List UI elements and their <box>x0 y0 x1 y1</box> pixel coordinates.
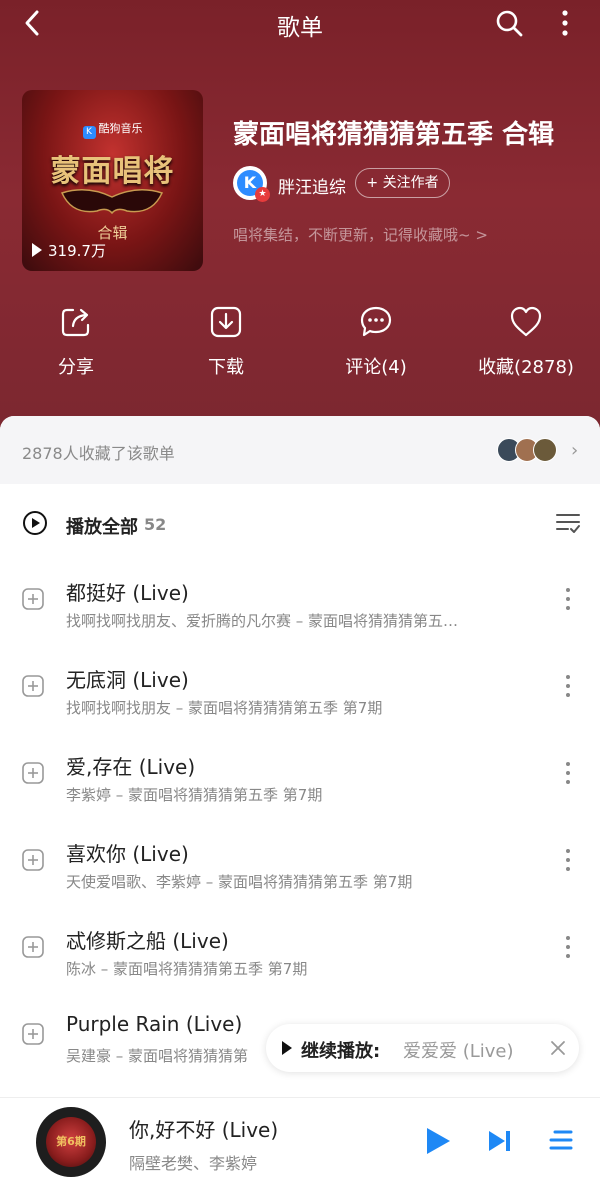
song-more-icon[interactable] <box>558 846 578 874</box>
more-vertical-icon[interactable] <box>552 8 578 38</box>
song-meta: 李紫婷 – 蒙面唱将猜猜猜第五季 第7期 <box>66 786 323 804</box>
comment-button[interactable]: 评论(4) <box>316 305 436 379</box>
close-icon[interactable] <box>549 1039 567 1057</box>
follow-author-button[interactable]: + 关注作者 <box>355 168 450 198</box>
comment-icon <box>360 306 392 337</box>
add-to-playlist-icon[interactable] <box>22 1023 44 1045</box>
favorites-row[interactable]: 2878人收藏了该歌单 › <box>0 416 600 484</box>
playlist-description[interactable]: 唱将集结，不断更新，记得收藏哦~ > <box>233 224 488 245</box>
download-icon <box>210 306 242 338</box>
song-title: 爱,存在 (Live) <box>66 755 196 779</box>
star-badge-icon: ★ <box>255 187 270 202</box>
continue-playing-bar[interactable]: 继续播放: 爱爱爱 (Live) <box>266 1024 579 1072</box>
song-more-icon[interactable] <box>558 672 578 700</box>
download-label: 下载 <box>208 357 244 378</box>
play-triangle-icon <box>32 243 42 257</box>
cover-brand: K 酷狗音乐 <box>22 120 203 139</box>
playlist-queue-icon[interactable] <box>549 1128 573 1154</box>
song-meta: 找啊找啊找朋友 – 蒙面唱将猜猜猜第五季 第7期 <box>66 699 383 717</box>
search-icon[interactable] <box>494 8 524 38</box>
album-art: 第6期 <box>46 1117 96 1167</box>
next-track-icon[interactable] <box>487 1128 513 1154</box>
mini-player: 第6期 你,好不好 (Live) 隔壁老樊、李紫婷 <box>0 1097 600 1189</box>
song-list-sheet: 2878人收藏了该歌单 › 播放全部 52 都挺好 (Live) 找啊找啊找朋友… <box>0 416 600 1116</box>
share-button[interactable]: 分享 <box>16 305 136 379</box>
play-circle-icon[interactable] <box>22 510 48 536</box>
favorite-label: 收藏(2878) <box>478 357 574 378</box>
add-to-playlist-icon[interactable] <box>22 849 44 871</box>
song-row[interactable]: 无底洞 (Live) 找啊找啊找朋友 – 蒙面唱将猜猜猜第五季 第7期 <box>0 652 600 738</box>
now-playing-artist: 隔壁老樊、李紫婷 <box>129 1154 258 1173</box>
song-row[interactable]: 忒修斯之船 (Live) 陈冰 – 蒙面唱将猜猜猜第五季 第7期 <box>0 913 600 999</box>
play-count: 319.7万 <box>32 240 106 261</box>
song-title: 忒修斯之船 (Live) <box>66 929 229 953</box>
song-row[interactable]: 都挺好 (Live) 找啊找啊找朋友、爱折腾的凡尔赛 – 蒙面唱将猜猜猜第五… <box>0 565 600 651</box>
chevron-right-icon: › <box>571 440 579 461</box>
heart-icon <box>510 306 542 337</box>
song-meta: 找啊找啊找朋友、爱折腾的凡尔赛 – 蒙面唱将猜猜猜第五… <box>66 612 459 630</box>
song-row[interactable]: 爱,存在 (Live) 李紫婷 – 蒙面唱将猜猜猜第五季 第7期 <box>0 739 600 825</box>
song-meta: 天使爱唱歌、李紫婷 – 蒙面唱将猜猜猜第五季 第7期 <box>66 873 413 891</box>
share-label: 分享 <box>58 357 94 378</box>
play-all-label[interactable]: 播放全部 <box>66 513 138 539</box>
multi-select-icon[interactable] <box>555 510 581 536</box>
song-title: 无底洞 (Live) <box>66 668 189 692</box>
continue-playing-song: 爱爱爱 (Live) <box>403 1041 514 1062</box>
user-avatar <box>533 438 557 462</box>
song-count: 52 <box>144 515 167 534</box>
now-playing-title[interactable]: 你,好不好 (Live) <box>129 1114 278 1143</box>
cover-logo-text: 蒙面唱将 <box>50 154 175 189</box>
add-to-playlist-icon[interactable] <box>22 762 44 784</box>
playlist-title: 蒙面唱将猜猜猜第五季 合辑 <box>233 120 555 150</box>
playlist-cover[interactable]: K 酷狗音乐 蒙面唱将 合辑 319.7万 <box>22 90 203 271</box>
add-to-playlist-icon[interactable] <box>22 588 44 610</box>
play-triangle-icon <box>282 1041 292 1055</box>
top-bar: 歌单 <box>0 0 600 46</box>
play-all-row: 播放全部 52 <box>0 504 600 544</box>
song-row[interactable]: 喜欢你 (Live) 天使爱唱歌、李紫婷 – 蒙面唱将猜猜猜第五季 第7期 <box>0 826 600 912</box>
mask-graphic-icon <box>60 189 164 215</box>
play-icon[interactable] <box>424 1126 452 1156</box>
add-to-playlist-icon[interactable] <box>22 675 44 697</box>
song-more-icon[interactable] <box>558 759 578 787</box>
song-title: 都挺好 (Live) <box>66 581 189 605</box>
author-avatar[interactable]: K ★ <box>233 166 270 202</box>
favorites-text: 2878人收藏了该歌单 <box>22 444 175 463</box>
now-playing-disc[interactable]: 第6期 <box>36 1107 106 1177</box>
song-meta: 陈冰 – 蒙面唱将猜猜猜第五季 第7期 <box>66 960 308 978</box>
song-more-icon[interactable] <box>558 933 578 961</box>
continue-playing-label: 继续播放: <box>301 1041 381 1062</box>
share-icon <box>61 308 90 337</box>
download-button[interactable]: 下载 <box>166 305 286 379</box>
kugou-logo-icon: K <box>82 126 96 139</box>
favorite-button[interactable]: 收藏(2878) <box>466 305 586 379</box>
comment-label: 评论(4) <box>345 357 407 378</box>
song-more-icon[interactable] <box>558 585 578 613</box>
song-title: Purple Rain (Live) <box>66 1012 243 1036</box>
action-bar: 分享 下载 评论(4) 收藏(2878) <box>0 305 600 385</box>
add-to-playlist-icon[interactable] <box>22 936 44 958</box>
author-name[interactable]: 胖汪追综 <box>278 173 346 198</box>
song-title: 喜欢你 (Live) <box>66 842 189 866</box>
